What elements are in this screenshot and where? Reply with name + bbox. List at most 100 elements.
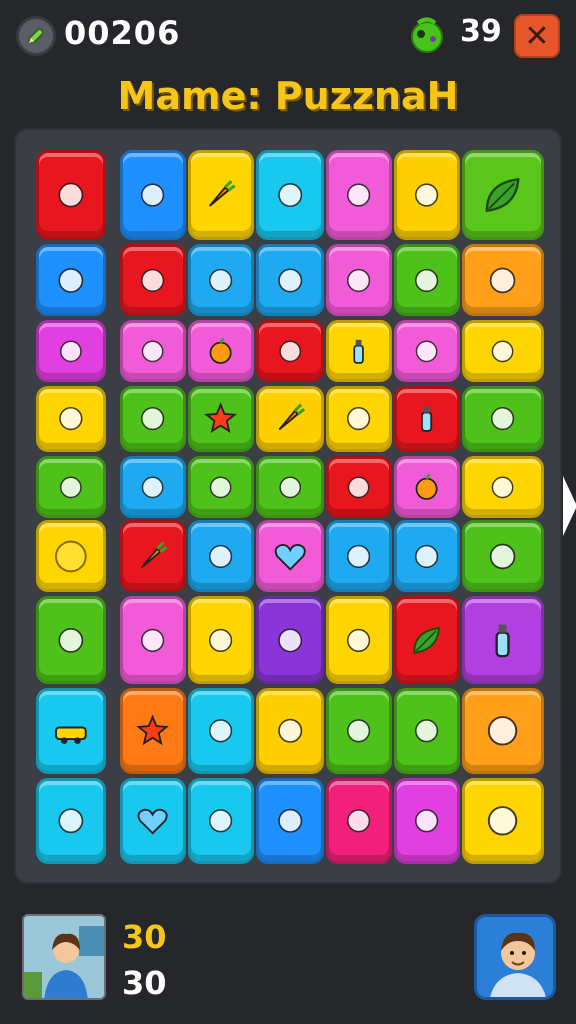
board-tile[interactable] [188,778,254,864]
profile-button[interactable] [474,914,556,1000]
board-tile[interactable] [394,520,460,592]
board-tile[interactable] [36,150,106,240]
close-button[interactable]: ✕ [514,14,560,58]
board-tile[interactable] [120,386,186,452]
phone-icon [58,808,84,834]
board-tile[interactable] [120,244,186,316]
player-avatar [22,914,106,1000]
board-tile[interactable] [462,244,544,316]
score-counter: 00206 [64,14,181,52]
egg-icon [277,718,303,744]
board-tile[interactable] [326,688,392,774]
board-tile[interactable] [256,520,324,592]
board-tile[interactable] [326,596,392,684]
board-tile[interactable] [120,596,186,684]
microphone-icon [347,544,371,568]
board-tile[interactable] [120,778,186,864]
board-tile[interactable] [462,320,544,382]
board-tile[interactable] [36,320,106,382]
gem-counter: 39 [460,14,502,49]
board-tile[interactable] [394,778,460,864]
board-tile[interactable] [120,520,186,592]
board-tile[interactable] [394,320,460,382]
board-tile[interactable] [36,520,106,592]
heart-icon [137,808,169,835]
board-tile[interactable] [188,596,254,684]
board-tile[interactable] [256,150,324,240]
board-tile[interactable] [120,688,186,774]
board-tile[interactable] [326,456,392,518]
apple-icon [415,183,439,207]
board-tile[interactable] [462,456,544,518]
bottle-icon [421,406,433,433]
paintbrush-icon [347,183,371,207]
bone-icon [209,809,233,833]
car-icon [55,726,87,745]
board-tile[interactable] [256,596,324,684]
bed-icon [58,267,84,293]
board-tile[interactable] [256,778,324,864]
next-arrow-icon[interactable] [563,476,576,536]
board-tile[interactable] [36,778,106,864]
board-tile[interactable] [462,386,544,452]
board-tile[interactable] [256,456,324,518]
board-tile[interactable] [462,150,544,240]
board-tile[interactable] [188,456,254,518]
board-tile[interactable] [256,688,324,774]
board-tile[interactable] [36,386,106,452]
pencil-icon[interactable] [16,16,56,56]
board-tile[interactable] [188,150,254,240]
board-tile[interactable] [120,320,186,382]
feather-icon [347,268,371,292]
carrot-icon [141,540,168,568]
trowel-icon [141,407,165,431]
sailboat-icon [209,719,233,743]
board-tile[interactable] [326,520,392,592]
flowerpot-icon [416,340,438,362]
board-tile[interactable] [394,456,460,518]
board-tile[interactable] [394,150,460,240]
tomato-icon [490,267,516,293]
board-tile[interactable] [188,320,254,382]
board-tile[interactable] [462,778,544,864]
wave-icon [141,628,165,652]
board-tile[interactable] [120,456,186,518]
board-tile[interactable] [36,244,106,316]
board-tile[interactable] [462,520,544,592]
board-tile[interactable] [188,244,254,316]
sock-icon [60,340,82,362]
board-tile[interactable] [188,520,254,592]
board-tile[interactable] [326,386,392,452]
lemon-icon [55,540,87,572]
pepper-icon [141,268,165,292]
raspberry-icon [209,628,233,652]
pepper-icon [347,407,371,431]
board-tile[interactable] [394,688,460,774]
board-tile[interactable] [36,456,106,518]
board-tile[interactable] [36,688,106,774]
board-tile[interactable] [36,596,106,684]
board-tile[interactable] [326,150,392,240]
board-tile[interactable] [188,386,254,452]
board-tile[interactable] [326,778,392,864]
board-tile[interactable] [256,244,324,316]
star-icon [136,714,170,746]
board-tile[interactable] [326,320,392,382]
board-tile[interactable] [256,320,324,382]
hat-icon [490,543,516,569]
stat-moves: 30 [122,918,167,956]
berry-icon [59,407,83,431]
gem-icon [411,17,443,53]
board-tile[interactable] [462,596,544,684]
cookie-icon [277,808,303,834]
board-tile[interactable] [394,596,460,684]
board-tile[interactable] [120,150,186,240]
game-title: Mame: PuzznaH [117,74,459,118]
board-tile[interactable] [326,244,392,316]
board-tile[interactable] [256,386,324,452]
radio-icon [347,809,371,833]
board-tile[interactable] [394,244,460,316]
board-tile[interactable] [462,688,544,774]
board-tile[interactable] [188,688,254,774]
board-tile[interactable] [394,386,460,452]
